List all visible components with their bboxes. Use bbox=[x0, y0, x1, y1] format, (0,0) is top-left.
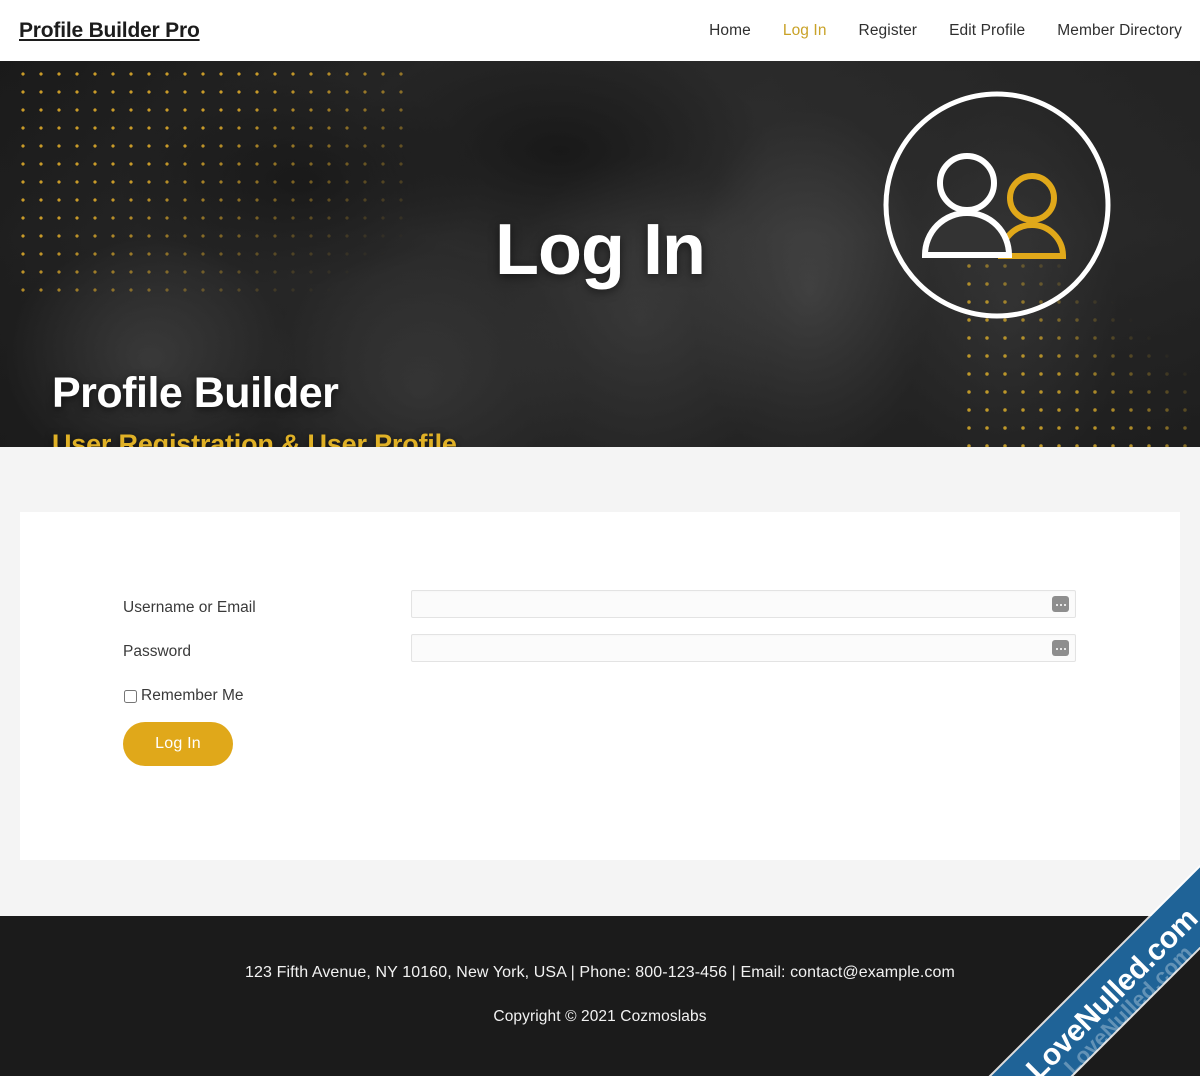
login-form-card: Username or Email Password Remember Me L… bbox=[20, 512, 1180, 860]
hero-tagline: User Registration & User Profile bbox=[52, 429, 457, 447]
nav-item-log-in[interactable]: Log In bbox=[767, 22, 843, 40]
form-row-username: Username or Email bbox=[123, 590, 1123, 634]
password-field-wrap bbox=[411, 634, 1076, 662]
site-brand-logo[interactable]: Profile Builder Pro bbox=[19, 19, 200, 43]
footer-copyright: Copyright © 2021 Cozmoslabs bbox=[493, 1008, 707, 1025]
form-row-remember-me: Remember Me bbox=[123, 684, 1123, 708]
remember-me-label[interactable]: Remember Me bbox=[141, 687, 244, 705]
nav-item-register[interactable]: Register bbox=[843, 22, 934, 40]
password-input[interactable] bbox=[411, 634, 1076, 662]
autofill-ellipsis-icon[interactable] bbox=[1052, 640, 1069, 656]
autofill-ellipsis-icon[interactable] bbox=[1052, 596, 1069, 612]
main-navigation: Home Log In Register Edit Profile Member… bbox=[693, 22, 1182, 40]
page-root: Profile Builder Pro Home Log In Register… bbox=[0, 0, 1200, 1076]
username-label: Username or Email bbox=[123, 599, 256, 616]
password-label: Password bbox=[123, 643, 192, 660]
site-header: Profile Builder Pro Home Log In Register… bbox=[0, 0, 1200, 61]
username-input[interactable] bbox=[411, 590, 1076, 618]
content-area: Username or Email Password Remember Me L… bbox=[0, 447, 1200, 916]
log-in-button[interactable]: Log In bbox=[123, 722, 233, 766]
form-row-submit: Log In bbox=[123, 722, 1123, 766]
footer-contact-info: 123 Fifth Avenue, NY 10160, New York, US… bbox=[245, 964, 955, 981]
form-row-password: Password bbox=[123, 634, 1123, 678]
username-field-wrap bbox=[411, 590, 1076, 618]
remember-me-checkbox[interactable] bbox=[124, 689, 137, 703]
nav-item-home[interactable]: Home bbox=[693, 22, 767, 40]
hero-brand-title: Profile Builder bbox=[52, 369, 339, 417]
nav-item-edit-profile[interactable]: Edit Profile bbox=[933, 22, 1041, 40]
nav-item-member-directory[interactable]: Member Directory bbox=[1041, 22, 1182, 40]
login-form: Username or Email Password Remember Me L… bbox=[123, 590, 1123, 766]
two-users-circle-icon bbox=[883, 91, 1111, 319]
hero-banner: Log In Profile Builder User Registration… bbox=[0, 61, 1200, 447]
